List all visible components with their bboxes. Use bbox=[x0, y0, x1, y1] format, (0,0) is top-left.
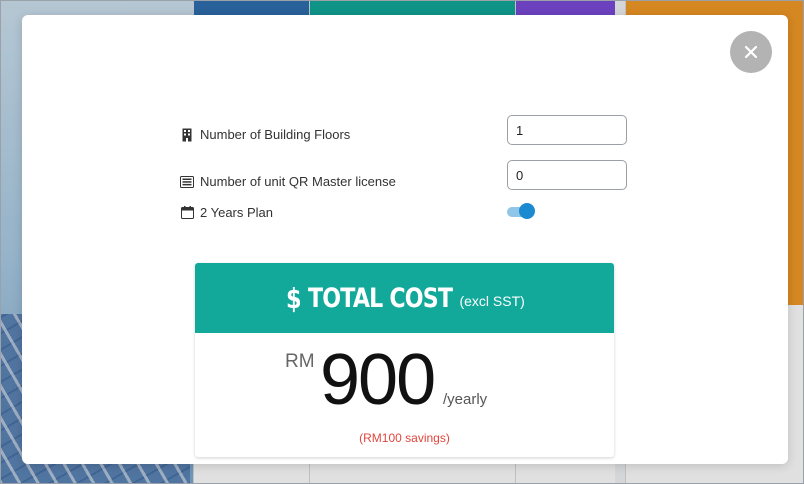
floors-label: Number of Building Floors bbox=[200, 127, 351, 142]
dollar-icon: $ bbox=[286, 281, 302, 315]
savings-note: (RM100 savings) bbox=[359, 431, 450, 445]
two-year-plan-toggle[interactable] bbox=[507, 203, 535, 219]
cost-amount: 900 bbox=[320, 340, 436, 420]
license-row: Number of unit QR Master license bbox=[180, 174, 396, 189]
license-label: Number of unit QR Master license bbox=[200, 174, 396, 189]
total-cost-card: $ TOTAL COST (excl SST) RM 900 /yearly (… bbox=[195, 263, 614, 457]
floors-input[interactable] bbox=[507, 115, 627, 145]
total-cost-header: $ TOTAL COST (excl SST) bbox=[195, 263, 614, 333]
total-cost-title: TOTAL COST bbox=[307, 282, 453, 314]
cost-calculator-modal: Number of Building Floors Number of unit… bbox=[22, 15, 788, 464]
total-cost-body: RM 900 /yearly (RM100 savings) bbox=[195, 333, 614, 457]
calendar-icon bbox=[180, 206, 194, 220]
license-input[interactable] bbox=[507, 160, 627, 190]
billing-period: /yearly bbox=[443, 391, 488, 408]
toggle-knob[interactable] bbox=[519, 203, 535, 219]
close-icon bbox=[744, 45, 758, 59]
floors-row: Number of Building Floors bbox=[180, 127, 350, 142]
list-icon bbox=[180, 175, 194, 189]
building-icon bbox=[180, 128, 194, 142]
currency-label: RM bbox=[285, 351, 315, 372]
plan-row: 2 Years Plan bbox=[180, 205, 273, 220]
close-button[interactable] bbox=[730, 31, 772, 73]
plan-label: 2 Years Plan bbox=[200, 205, 274, 220]
tax-note: (excl SST) bbox=[459, 293, 525, 309]
